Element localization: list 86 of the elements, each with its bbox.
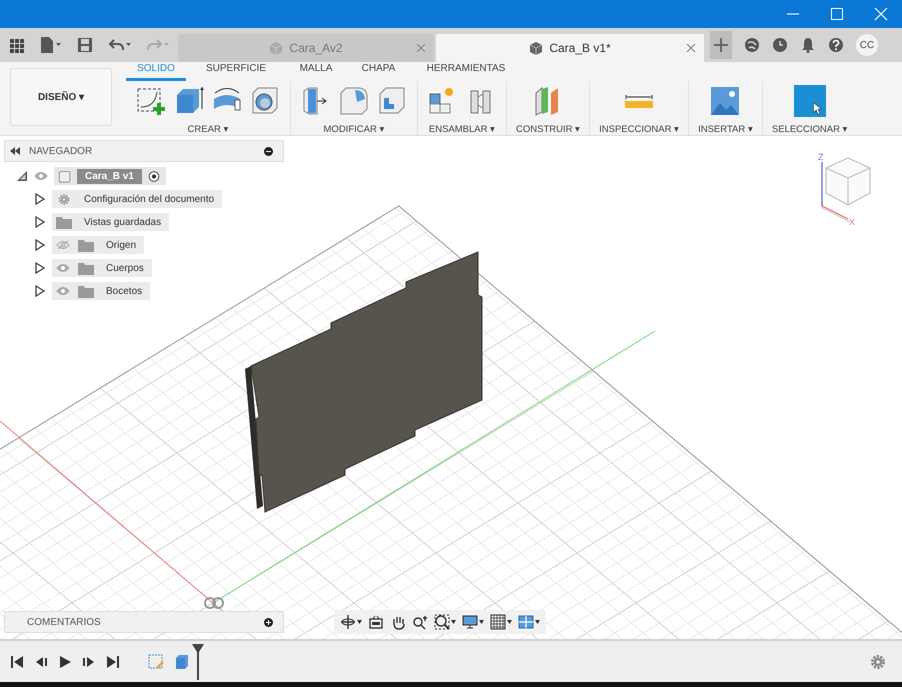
app-grid-icon[interactable]: [8, 37, 26, 53]
browser-item[interactable]: Vistas guardadas: [52, 213, 170, 231]
browser-item[interactable]: Cuerpos: [52, 259, 152, 277]
axis-label: Z: [818, 152, 824, 162]
expand-arrow-icon[interactable]: [34, 239, 46, 251]
grid-icon[interactable]: [490, 614, 506, 630]
expand-arrow-icon[interactable]: [34, 262, 46, 274]
undo-icon[interactable]: [108, 37, 132, 53]
item-label: Cuerpos: [106, 262, 144, 274]
panel-title: COMENTARIOS: [27, 616, 101, 628]
component-icon: [57, 170, 73, 182]
component-name: Cara_B v1: [77, 168, 142, 184]
clock-icon[interactable]: [772, 37, 788, 53]
tool-group-menu[interactable]: CREAR ▾: [188, 123, 228, 135]
tool-group-menu[interactable]: CONSTRUIR ▾: [516, 123, 580, 135]
skip-start-icon[interactable]: [10, 654, 24, 668]
browser-item[interactable]: Configuración del documento: [52, 190, 222, 208]
fillet-tool-icon[interactable]: [338, 85, 370, 117]
tab-title: Cara_B v1*: [549, 41, 611, 55]
workspace-dropdown[interactable]: DISEÑO ▾: [10, 68, 112, 126]
panel-title: NAVEGADOR: [29, 146, 92, 156]
document-tab[interactable]: Cara_B v1*: [436, 34, 704, 62]
caret-icon[interactable]: [479, 620, 484, 624]
zoom-icon[interactable]: [412, 614, 428, 630]
item-label: Origen: [106, 240, 136, 250]
extensions-icon[interactable]: [744, 37, 760, 53]
expand-arrow-icon[interactable]: [34, 193, 46, 205]
tab-title: Cara_Av2: [289, 41, 343, 55]
folder-icon: [78, 238, 94, 252]
bell-icon[interactable]: [800, 37, 816, 53]
maximize-icon[interactable]: [830, 7, 844, 21]
expand-arrow-icon[interactable]: [34, 285, 46, 297]
origin-marker-icon: [204, 597, 224, 609]
gear-icon: [56, 192, 72, 206]
cube-icon: [529, 41, 544, 55]
caret-icon[interactable]: [357, 620, 362, 624]
display-icon[interactable]: [462, 614, 478, 630]
caret-icon[interactable]: [535, 620, 540, 624]
select-tool-icon[interactable]: [794, 85, 826, 117]
axis-label: X: [849, 217, 856, 226]
tool-group-menu[interactable]: INSPECCIONAR ▾: [599, 123, 680, 135]
tool-group-menu[interactable]: SELECCIONAR ▾: [772, 123, 848, 135]
tool-group-menu[interactable]: MODIFICAR ▾: [324, 123, 384, 135]
expand-arrow-icon[interactable]: [34, 216, 46, 228]
skip-end-icon[interactable]: [106, 654, 120, 668]
folder-icon: [56, 216, 72, 228]
user-avatar[interactable]: CC: [856, 34, 878, 56]
browser-item[interactable]: Origen: [52, 236, 144, 254]
add-icon[interactable]: [264, 618, 273, 626]
file-icon[interactable]: [40, 37, 62, 53]
ribbon-tab[interactable]: CHAPA: [346, 63, 411, 81]
viewports-icon[interactable]: [518, 614, 534, 630]
fit-icon[interactable]: [434, 614, 450, 630]
look-icon[interactable]: [368, 614, 384, 630]
ribbon-tab[interactable]: MALLA: [286, 63, 346, 81]
close-tab-icon[interactable]: [686, 43, 696, 53]
step-forward-icon[interactable]: [82, 654, 96, 668]
tool-group-menu[interactable]: ENSAMBLAR ▾: [428, 123, 496, 135]
collapse-icon[interactable]: [9, 147, 21, 155]
item-label: Vistas guardadas: [84, 216, 162, 228]
item-label: Configuración del documento: [84, 194, 214, 204]
folder-icon: [78, 284, 94, 298]
cube-icon: [269, 41, 284, 55]
browser-item[interactable]: Bocetos: [52, 282, 150, 300]
settings-icon[interactable]: [870, 654, 886, 670]
orbit-icon[interactable]: [340, 614, 356, 630]
minus-icon[interactable]: [264, 146, 273, 156]
new-tab-button[interactable]: [710, 31, 732, 59]
ribbon-tab[interactable]: HERRAMIENTAS: [411, 63, 521, 81]
save-icon[interactable]: [76, 37, 94, 53]
play-icon[interactable]: [58, 654, 72, 668]
plus-icon: [714, 38, 728, 52]
sketch-feature-icon[interactable]: [148, 654, 164, 670]
close-icon[interactable]: [874, 7, 888, 21]
tool-group-menu[interactable]: INSERTAR ▾: [698, 123, 753, 135]
expanded-arrow-icon[interactable]: [16, 170, 28, 182]
item-label: Bocetos: [106, 286, 142, 296]
caret-icon[interactable]: [507, 620, 512, 624]
folder-icon: [78, 262, 94, 274]
image-tool-icon[interactable]: [709, 85, 742, 117]
help-icon[interactable]: [828, 37, 844, 53]
ribbon-tab[interactable]: SUPERFICIE: [186, 63, 286, 81]
radio-icon[interactable]: [146, 170, 162, 182]
caret-icon[interactable]: [451, 620, 456, 624]
step-back-icon[interactable]: [34, 654, 48, 668]
timeline-marker[interactable]: [192, 644, 204, 680]
